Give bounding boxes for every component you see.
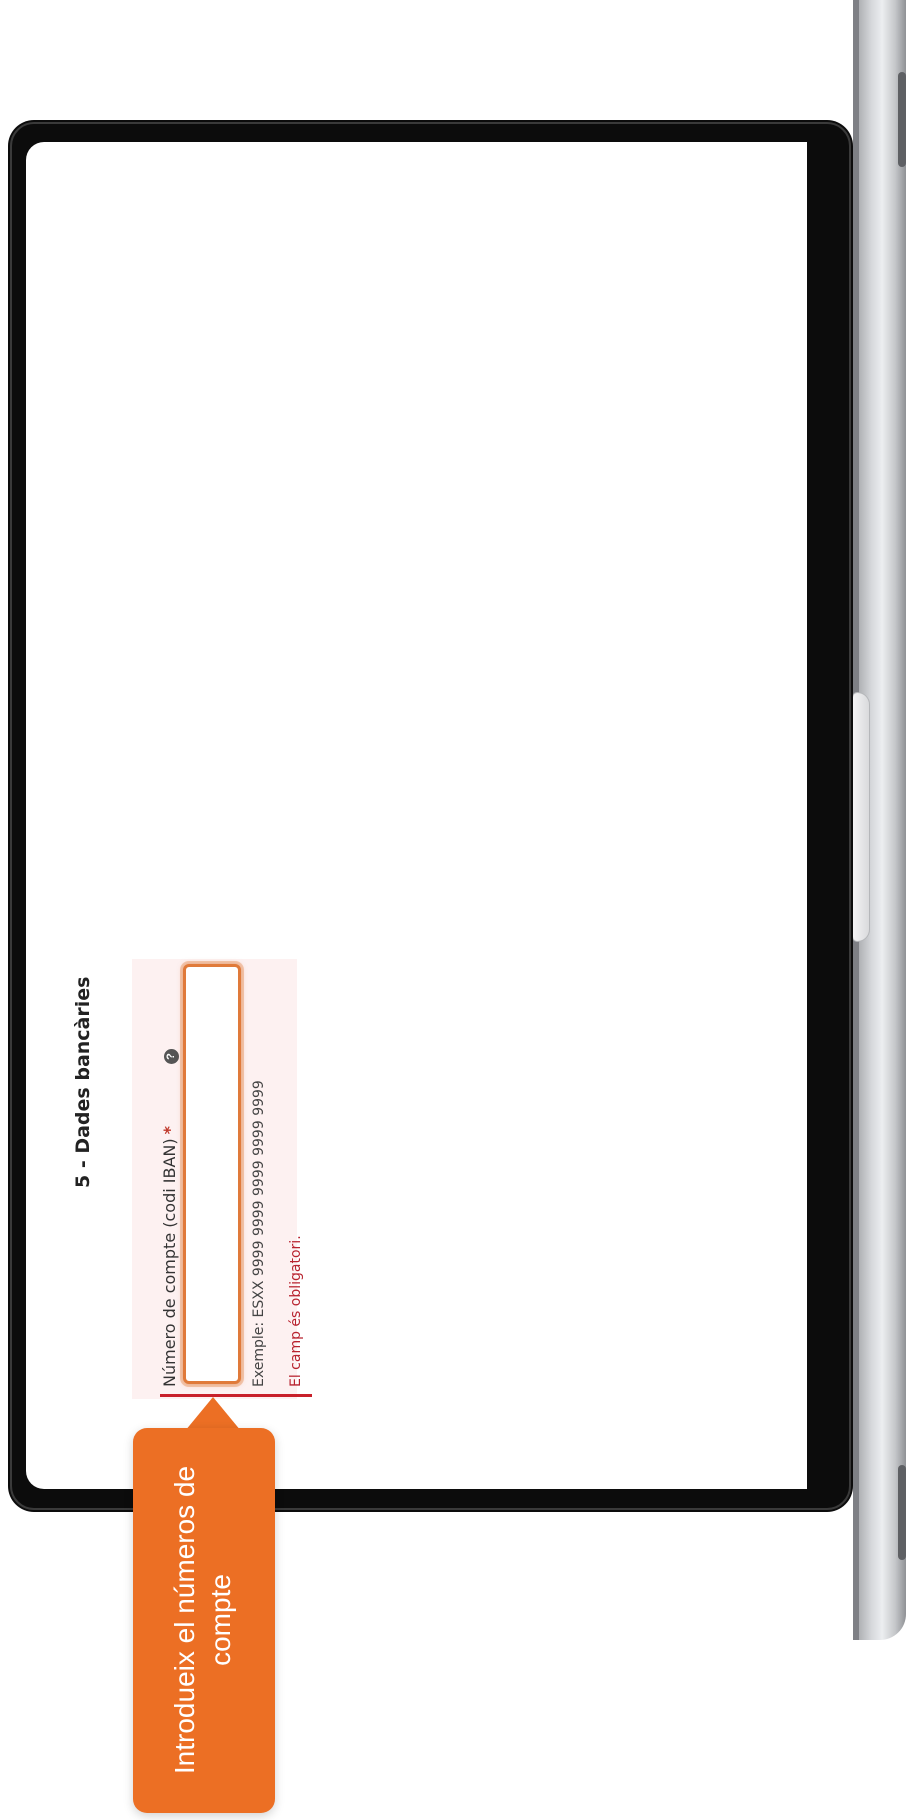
iban-field-label: Número de compte (codi IBAN) *: [160, 1126, 179, 1387]
iban-error-message: El camp és obligatori.: [288, 1235, 304, 1387]
section-title: 5 - Dades bancàries: [72, 976, 94, 1188]
iban-example-hint: Exemple: ESXX 9999 9999 9999 9999 9999: [251, 1080, 267, 1387]
callout-tail: [185, 1397, 241, 1431]
required-marker: *: [160, 1126, 179, 1135]
iban-input[interactable]: [183, 964, 241, 1384]
question-icon[interactable]: ?: [164, 1049, 179, 1064]
laptop-hinge-top: [898, 72, 906, 167]
iban-label-text: Número de compte (codi IBAN): [160, 1138, 179, 1387]
laptop-thumb-notch: [852, 692, 870, 942]
laptop-hinge-bottom: [898, 1465, 906, 1560]
callout-text: Introdueix el números de compte: [169, 1465, 236, 1775]
